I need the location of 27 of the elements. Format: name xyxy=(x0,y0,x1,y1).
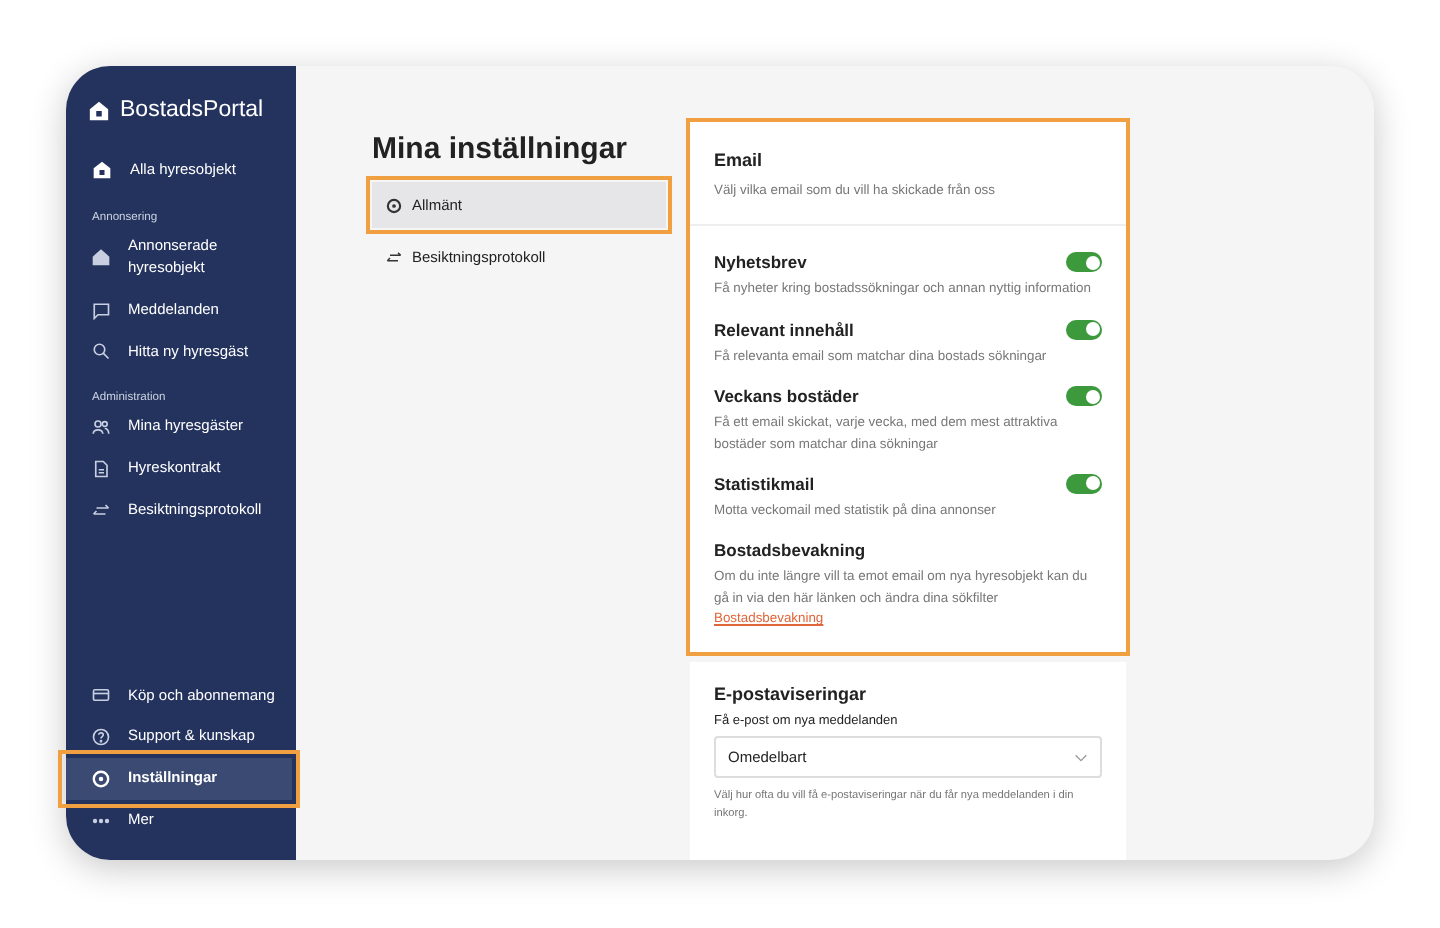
setting-title: Veckans bostäder xyxy=(714,386,859,407)
search-icon xyxy=(92,342,110,361)
house-icon xyxy=(92,248,110,267)
chevron-down-icon xyxy=(1074,753,1088,762)
setting-title: Statistikmail xyxy=(714,473,815,494)
setting-title: Nyhetsbrev xyxy=(714,252,807,273)
house-logo-icon xyxy=(88,99,110,121)
card-icon xyxy=(92,686,110,705)
toggle-switch[interactable] xyxy=(1066,252,1102,273)
toggle-switch[interactable] xyxy=(1066,473,1102,494)
chat-icon xyxy=(92,301,110,320)
arrows-icon xyxy=(386,249,402,265)
toggle-switch[interactable] xyxy=(1066,319,1102,340)
help-icon xyxy=(92,728,110,747)
house-icon xyxy=(92,160,112,181)
card-title: E-postaviseringar xyxy=(714,684,869,705)
arrows-icon xyxy=(92,502,110,521)
settings-icon xyxy=(386,197,402,213)
card-title: Email xyxy=(714,150,765,170)
logo-text: BostadsPortal xyxy=(120,98,264,122)
people-icon xyxy=(92,418,110,437)
settings-icon xyxy=(92,770,110,789)
setting-title: Bostadsbevakning xyxy=(714,540,866,561)
setting-title: Relevant innehåll xyxy=(714,319,854,340)
document-icon xyxy=(92,460,110,479)
toggle-switch[interactable] xyxy=(1066,386,1102,407)
page-title: Mina inställningar xyxy=(372,132,630,166)
